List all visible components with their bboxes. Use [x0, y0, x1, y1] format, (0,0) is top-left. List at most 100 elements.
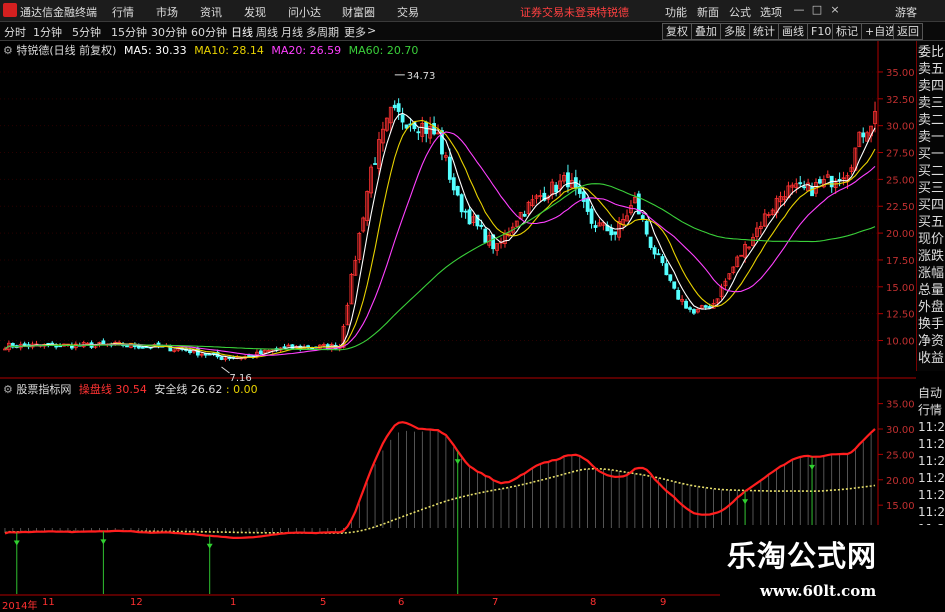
candle-body: [554, 184, 559, 193]
candle-body: [648, 236, 653, 248]
candle-body: [447, 156, 452, 180]
indicator-tick-label: 25.00: [886, 450, 915, 461]
candle-body: [684, 300, 688, 309]
date-label-jun: 6: [398, 597, 405, 608]
quote-field-label: 卖二: [918, 113, 945, 128]
candle-body: [432, 123, 436, 135]
candle-body: [818, 179, 822, 184]
candle-body: [613, 231, 618, 235]
safe-line-value: 26.62: [190, 383, 223, 396]
candle-body: [416, 131, 421, 134]
third-line-value: : 0.00: [225, 383, 258, 396]
low-marker: [221, 366, 230, 374]
tick-time-label: 行情: [918, 403, 943, 417]
candle-body: [522, 213, 527, 217]
candle-body: [593, 225, 598, 228]
ma60-line: [4, 183, 876, 351]
candle-body: [125, 345, 129, 348]
candle-body: [810, 186, 814, 197]
quote-field-label: 卖五: [918, 62, 945, 77]
date-label-dec: 12: [130, 597, 143, 608]
candle-body: [668, 274, 673, 281]
quote-field-label: 买四: [918, 198, 945, 213]
candle-body: [664, 263, 669, 276]
ma20-line: [4, 131, 876, 356]
candle-body: [672, 281, 677, 289]
candle-body: [467, 209, 472, 225]
price-tick-label: 17.50: [886, 256, 915, 267]
signal-arrow-icon: [206, 543, 213, 549]
candle-body: [566, 172, 570, 188]
date-label-may: 5: [320, 597, 327, 608]
quote-field-label: 买二: [918, 164, 945, 179]
candle-body: [483, 228, 488, 243]
indicator-caption: ⚙ 股票指标网 操盘线 30.54 安全线 26.62 : 0.00: [3, 381, 258, 397]
operating-line: [4, 421, 876, 540]
chart-settings-icon[interactable]: ⚙: [3, 44, 13, 57]
date-axis: [0, 596, 720, 609]
candle-body: [396, 103, 401, 112]
candle-body: [392, 104, 397, 109]
candle-body: [652, 247, 657, 255]
price-tick-label: 35.00: [886, 68, 915, 79]
candle-body: [463, 210, 468, 213]
quote-field-label: 总量: [918, 283, 945, 298]
watermark-url: www.60lt.com: [760, 582, 877, 600]
price-tick-label: 27.50: [886, 149, 915, 160]
main-chart-caption: ⚙ 特锐德(日线 前复权) MA5: 30.33 MA10: 28.14 MA2…: [3, 42, 418, 58]
candle-body: [688, 307, 692, 310]
safe-line-label: 安全线: [154, 383, 188, 396]
tick-time-label: 11:25: [918, 437, 945, 451]
price-tick-label: 25.00: [886, 175, 915, 186]
price-tick-label: 32.50: [886, 95, 915, 106]
tick-time-label: 11:25: [918, 420, 945, 434]
candle-body: [861, 132, 866, 138]
signal-arrow-icon: [742, 499, 749, 505]
quote-field-label: 卖四: [918, 79, 945, 94]
watermark-title: 乐淘公式网: [727, 539, 878, 573]
indicator-tick-label: 15.00: [886, 501, 915, 512]
op-line-value: 30.54: [115, 383, 147, 396]
quote-field-label: 换手: [918, 317, 945, 332]
price-tick-label: 12.50: [886, 310, 915, 321]
quote-field-label: 现价: [918, 232, 945, 247]
indicator-settings-icon[interactable]: ⚙: [3, 383, 13, 396]
candle-body: [656, 253, 661, 256]
date-label-aug: 8: [590, 597, 597, 608]
tick-time-label: 自动: [918, 386, 943, 400]
tick-time-label: 11:25: [918, 505, 945, 519]
price-tick-label: 10.00: [886, 337, 915, 348]
candle-body: [640, 215, 645, 220]
ma10-line: [4, 119, 876, 359]
signal-arrow-icon: [809, 464, 816, 470]
indicator-tick-label: 35.00: [886, 400, 915, 411]
candle-body: [802, 186, 807, 189]
candle-body: [676, 289, 681, 300]
quote-field-label: 卖一: [918, 130, 945, 145]
candle-body: [258, 350, 263, 355]
price-tick-label: 15.00: [886, 283, 915, 294]
candle-body: [373, 163, 377, 165]
candle-body: [589, 208, 594, 224]
ma10-label: MA10: 28.14: [194, 44, 264, 57]
date-label-year: 2014年: [2, 601, 38, 612]
stock-chart[interactable]: 35.00 32.50 30.00 27.50 25.00 22.50 20.00 17.50…: [0, 0, 945, 609]
ma5-line: [4, 112, 876, 359]
candle-body: [692, 309, 696, 314]
price-tick-label: 22.50: [886, 202, 915, 213]
date-label-jan: 1: [230, 597, 237, 608]
candle-body: [140, 346, 145, 349]
candle-body: [609, 227, 614, 236]
indicator-tick-label: 20.00: [886, 476, 915, 487]
candle-body: [400, 114, 405, 123]
op-line-label: 操盘线: [78, 383, 112, 396]
date-label-sep: 9: [660, 597, 667, 608]
candle-body: [703, 305, 708, 308]
quote-field-label: 涨幅: [918, 266, 945, 281]
quote-field-label: 外盘: [918, 300, 945, 315]
quote-field-label: 净资: [918, 334, 945, 349]
tick-time-label: 11:25: [918, 471, 945, 485]
candle-body: [479, 224, 484, 227]
signal-arrow-icon: [100, 539, 107, 545]
ma5-label: MA5: 30.33: [123, 44, 187, 57]
